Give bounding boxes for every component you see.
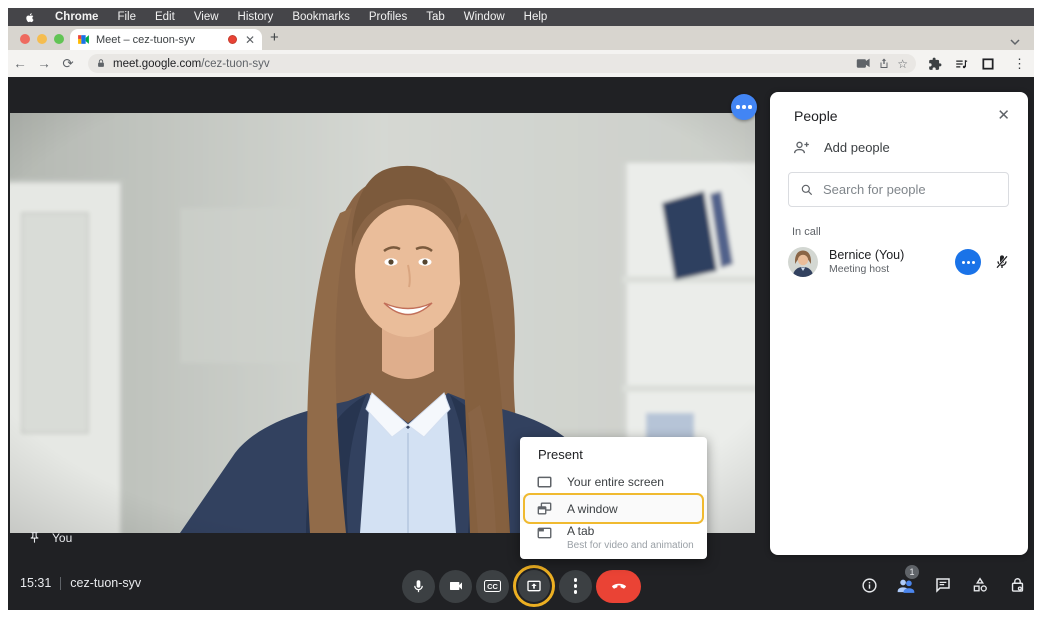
microphone-button[interactable] [402, 569, 435, 603]
pinned-self-label: You [28, 530, 72, 545]
back-button[interactable]: ← [8, 56, 32, 71]
camera-in-use-icon[interactable] [856, 58, 871, 69]
meet-favicon [77, 33, 90, 46]
entire-screen-icon [537, 476, 552, 488]
menubar-item-window[interactable]: Window [464, 11, 505, 23]
camera-button[interactable] [439, 569, 472, 603]
captions-button[interactable]: CC [476, 569, 509, 603]
new-tab-button[interactable]: + [270, 29, 279, 46]
browser-tab[interactable]: Meet – cez-tuon-syv ✕ [70, 29, 262, 50]
participant-row[interactable]: Bernice (You) Meeting host [788, 244, 1012, 280]
menubar-item-history[interactable]: History [238, 11, 274, 23]
participant-name-block: Bernice (You) Meeting host [829, 248, 944, 277]
meeting-code: cez-tuon-syv [70, 576, 142, 590]
you-label: You [52, 530, 73, 545]
menubar-item-bookmarks[interactable]: Bookmarks [292, 11, 350, 23]
chat-button[interactable] [933, 573, 953, 597]
tabstrip-chevron-down-icon[interactable] [1010, 33, 1020, 51]
show-people-button[interactable]: 1 [896, 565, 919, 597]
share-icon[interactable] [878, 57, 890, 70]
tab-title: Meet – cez-tuon-syv [96, 33, 196, 46]
present-item-label: Your entire screen [567, 474, 664, 489]
chrome-toolbar: ← → ⟳ meet.google.com/cez-tuon-syv ☆ ⋮ [8, 50, 1034, 77]
present-entire-screen-item[interactable]: Your entire screen [520, 468, 707, 495]
people-panel-title: People [794, 108, 838, 124]
site-lock-icon[interactable] [96, 58, 106, 69]
macos-menubar: Chrome File Edit View History Bookmarks … [8, 8, 1034, 26]
forward-button[interactable]: → [32, 56, 56, 71]
clock-time: 15:31 [20, 576, 52, 590]
people-panel: People ✕ Add people In call Be [770, 92, 1028, 555]
present-menu: Present Your entire screen A window A ta… [520, 437, 707, 559]
host-controls-button[interactable] [1007, 573, 1027, 597]
present-now-button[interactable] [518, 570, 550, 602]
minimize-window-button[interactable] [37, 34, 47, 44]
video-options-button[interactable] [731, 94, 757, 120]
in-call-section-label: In call [792, 226, 821, 238]
search-icon [800, 183, 814, 197]
present-a-tab-item[interactable]: A tab Best for video and animation [520, 522, 707, 556]
meeting-details-button[interactable] [859, 573, 879, 597]
menubar-item-help[interactable]: Help [524, 11, 548, 23]
present-item-text: A tab Best for video and animation [567, 524, 694, 551]
window-icon [537, 502, 552, 515]
present-item-label: A window [567, 501, 618, 516]
meeting-side-controls: 1 [859, 565, 1027, 597]
menubar-item-chrome[interactable]: Chrome [55, 11, 98, 23]
more-options-button[interactable] [559, 569, 592, 603]
menubar-item-edit[interactable]: Edit [155, 11, 175, 23]
menubar-item-file[interactable]: File [117, 11, 136, 23]
participant-avatar [788, 247, 818, 277]
tab-close-icon[interactable]: ✕ [245, 34, 255, 46]
profile-frame-icon[interactable] [981, 57, 995, 71]
tab-media-recording-icon [227, 35, 237, 44]
menubar-item-view[interactable]: View [194, 11, 219, 23]
present-button-highlight-ring [513, 565, 555, 607]
present-menu-title: Present [538, 447, 583, 462]
tab-icon [537, 527, 552, 539]
call-controls: CC [402, 565, 641, 607]
activities-button[interactable] [970, 573, 990, 597]
chrome-menu-dots-icon[interactable]: ⋮ [1013, 56, 1026, 72]
present-a-window-item[interactable]: A window [520, 495, 707, 522]
divider [60, 576, 62, 590]
bookmark-star-icon[interactable]: ☆ [897, 57, 908, 71]
cc-icon: CC [484, 580, 501, 592]
address-bar[interactable]: meet.google.com/cez-tuon-syv ☆ [88, 54, 916, 73]
menubar-item-tab[interactable]: Tab [426, 11, 445, 23]
playlist-extension-icon[interactable] [954, 57, 969, 71]
add-people-label: Add people [824, 140, 890, 155]
participant-name: Bernice (You) [829, 247, 905, 262]
participant-role: Meeting host [829, 263, 890, 276]
url-text: meet.google.com/cez-tuon-syv [113, 57, 270, 70]
search-people-input[interactable] [823, 182, 999, 197]
window-traffic-lights [20, 34, 64, 44]
present-item-sublabel: Best for video and animation [567, 540, 694, 551]
screenshot-root: Chrome File Edit View History Bookmarks … [0, 0, 1042, 620]
add-people-button[interactable]: Add people [792, 140, 890, 155]
reload-button[interactable]: ⟳ [56, 56, 80, 72]
close-window-button[interactable] [20, 34, 30, 44]
pin-icon[interactable] [28, 530, 41, 545]
zoom-window-button[interactable] [54, 34, 64, 44]
mic-off-icon [992, 252, 1012, 272]
vertical-dots-icon [573, 578, 578, 594]
extensions-puzzle-icon[interactable] [928, 57, 942, 71]
present-item-label: A tab [567, 524, 595, 538]
person-add-icon [792, 140, 810, 155]
meet-main-area: You 15:31 cez-tuon-syv CC 1 People ✕ Add… [8, 77, 1034, 610]
close-people-panel-icon[interactable]: ✕ [997, 106, 1010, 124]
leave-call-button[interactable] [596, 569, 641, 603]
participant-count-badge: 1 [905, 565, 919, 579]
apple-logo-icon[interactable] [24, 10, 36, 24]
participant-options-button[interactable] [955, 249, 981, 275]
chrome-tabstrip: Meet – cez-tuon-syv ✕ + [8, 26, 1034, 50]
search-people-box[interactable] [788, 172, 1009, 207]
menubar-item-profiles[interactable]: Profiles [369, 11, 407, 23]
toolbar-right-icons [928, 57, 995, 71]
meeting-info: 15:31 cez-tuon-syv [20, 576, 141, 590]
